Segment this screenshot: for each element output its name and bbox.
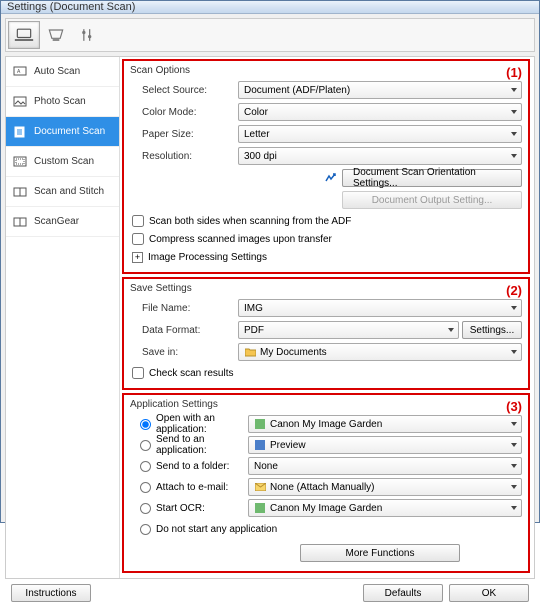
- mode-toolbar: [5, 18, 535, 52]
- send-folder-dropdown[interactable]: None: [248, 457, 522, 475]
- open-app-dropdown[interactable]: Canon My Image Garden: [248, 415, 522, 433]
- color-mode-label: Color Mode:: [130, 107, 238, 118]
- sidebar-label: Auto Scan: [34, 66, 80, 77]
- savein-dropdown[interactable]: My Documents: [238, 343, 522, 361]
- orientation-settings-button[interactable]: Document Scan Orientation Settings...: [342, 169, 522, 187]
- sidebar-item-custom-scan[interactable]: Custom Scan: [6, 147, 119, 177]
- app-icon: [254, 418, 266, 430]
- send-app-radio[interactable]: Send to an application:: [130, 434, 248, 456]
- start-ocr-dropdown[interactable]: Canon My Image Garden: [248, 499, 522, 517]
- sidebar-item-auto-scan[interactable]: A Auto Scan: [6, 57, 119, 87]
- output-setting-button: Document Output Setting...: [342, 191, 522, 209]
- ok-button[interactable]: OK: [449, 584, 529, 602]
- start-ocr-radio[interactable]: Start OCR:: [130, 503, 248, 514]
- sidebar-item-document-scan[interactable]: Document Scan: [6, 117, 119, 147]
- scan-both-sides-checkbox[interactable]: Scan both sides when scanning from the A…: [130, 212, 522, 230]
- send-folder-radio[interactable]: Send to a folder:: [130, 461, 248, 472]
- section-number-3: (3): [506, 399, 522, 414]
- svg-text:A: A: [17, 69, 21, 75]
- custom-scan-icon: [12, 155, 28, 169]
- paper-size-label: Paper Size:: [130, 129, 238, 140]
- photo-scan-icon: [12, 95, 28, 109]
- save-settings-section: (2) Save Settings File Name: IMG Data Fo…: [122, 277, 530, 390]
- sidebar: A Auto Scan Photo Scan Document Scan Cus…: [6, 57, 120, 578]
- do-not-start-radio[interactable]: Do not start any application: [130, 524, 277, 535]
- general-settings-tab[interactable]: [72, 21, 104, 49]
- window-title: Settings (Document Scan): [7, 1, 135, 13]
- application-settings-section: (3) Application Settings Open with an ap…: [122, 393, 530, 573]
- sidebar-item-photo-scan[interactable]: Photo Scan: [6, 87, 119, 117]
- sidebar-label: Document Scan: [34, 126, 105, 137]
- preview-orientation-icon[interactable]: [323, 171, 339, 185]
- sidebar-label: Scan and Stitch: [34, 186, 104, 197]
- filename-label: File Name:: [130, 303, 238, 314]
- select-source-dropdown[interactable]: Document (ADF/Platen): [238, 81, 522, 99]
- sidebar-label: ScanGear: [34, 216, 79, 227]
- dialog-footer: Instructions Defaults OK: [5, 579, 535, 607]
- instructions-button[interactable]: Instructions: [11, 584, 91, 602]
- select-source-label: Select Source:: [130, 85, 238, 96]
- dataformat-dropdown[interactable]: PDF: [238, 321, 459, 339]
- section-title: Scan Options: [130, 65, 522, 76]
- scangear-icon: [12, 215, 28, 229]
- plus-icon: +: [132, 252, 143, 263]
- format-settings-button[interactable]: Settings...: [462, 321, 522, 339]
- defaults-button[interactable]: Defaults: [363, 584, 443, 602]
- preview-icon: [254, 439, 266, 451]
- color-mode-dropdown[interactable]: Color: [238, 103, 522, 121]
- titlebar: Settings (Document Scan): [1, 1, 539, 14]
- send-app-dropdown[interactable]: Preview: [248, 436, 522, 454]
- compress-images-checkbox[interactable]: Compress scanned images upon transfer: [130, 230, 522, 248]
- sidebar-label: Photo Scan: [34, 96, 86, 107]
- attach-email-dropdown[interactable]: None (Attach Manually): [248, 478, 522, 496]
- open-app-radio[interactable]: Open with an application:: [130, 413, 248, 435]
- settings-dialog: Settings (Document Scan) A Auto Scan: [0, 0, 540, 523]
- attach-email-radio[interactable]: Attach to e-mail:: [130, 482, 248, 493]
- resolution-label: Resolution:: [130, 151, 238, 162]
- sidebar-label: Custom Scan: [34, 156, 94, 167]
- section-title: Save Settings: [130, 283, 522, 294]
- folder-icon: [244, 346, 256, 358]
- section-title: Application Settings: [130, 399, 522, 410]
- section-number-1: (1): [506, 65, 522, 80]
- sidebar-item-scan-stitch[interactable]: Scan and Stitch: [6, 177, 119, 207]
- resolution-dropdown[interactable]: 300 dpi: [238, 147, 522, 165]
- savein-label: Save in:: [130, 347, 238, 358]
- more-functions-button[interactable]: More Functions: [300, 544, 460, 562]
- dataformat-label: Data Format:: [130, 325, 238, 336]
- document-scan-icon: [12, 125, 28, 139]
- scan-stitch-icon: [12, 185, 28, 199]
- sidebar-item-scangear[interactable]: ScanGear: [6, 207, 119, 237]
- auto-scan-icon: A: [12, 65, 28, 79]
- app-icon: [254, 502, 266, 514]
- scan-from-panel-tab[interactable]: [40, 21, 72, 49]
- scan-options-section: (1) Scan Options Select Source: Document…: [122, 59, 530, 274]
- check-scan-results-checkbox[interactable]: Check scan results: [130, 364, 522, 382]
- filename-combo[interactable]: IMG: [238, 299, 522, 317]
- content: A Auto Scan Photo Scan Document Scan Cus…: [1, 14, 539, 611]
- scan-from-computer-tab[interactable]: [8, 21, 40, 49]
- section-number-2: (2): [506, 283, 522, 298]
- paper-size-dropdown[interactable]: Letter: [238, 125, 522, 143]
- mail-icon: [254, 481, 266, 493]
- main-area: A Auto Scan Photo Scan Document Scan Cus…: [5, 56, 535, 579]
- image-processing-expander[interactable]: +Image Processing Settings: [130, 248, 522, 266]
- settings-panel: (1) Scan Options Select Source: Document…: [120, 57, 534, 578]
